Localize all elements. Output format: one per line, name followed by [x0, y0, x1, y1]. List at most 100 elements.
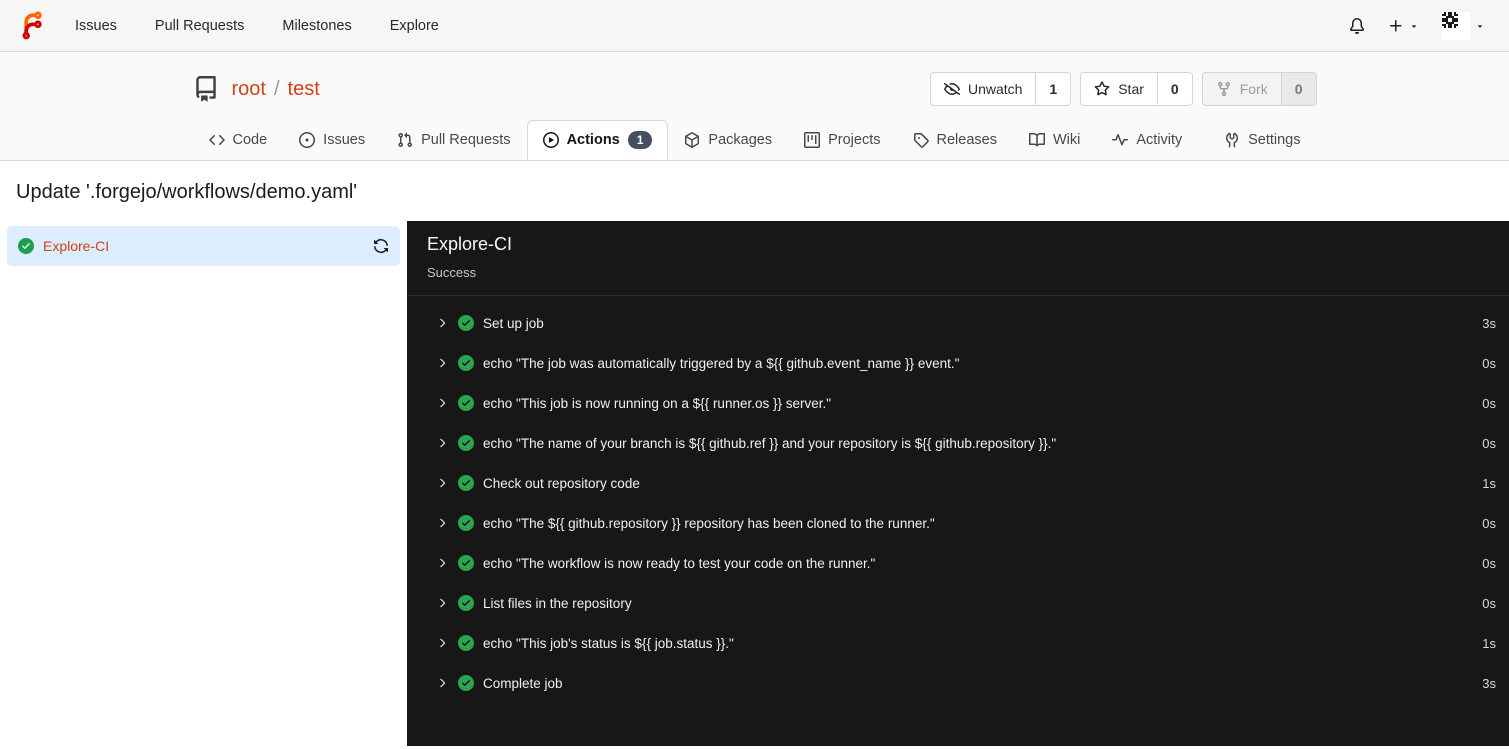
bell-icon [1349, 17, 1365, 34]
tab-projects[interactable]: Projects [788, 120, 896, 160]
tab-label: Pull Requests [421, 132, 511, 148]
repo-action-buttons: Unwatch 1 Star 0 Fork 0 [929, 72, 1317, 106]
user-menu-button[interactable] [1435, 6, 1492, 46]
check-circle-icon [18, 238, 34, 254]
chevron-right-icon[interactable] [435, 396, 449, 410]
check-circle-icon [458, 315, 474, 331]
repo-name-link[interactable]: test [288, 78, 320, 101]
chevron-right-icon[interactable] [435, 356, 449, 370]
chevron-right-icon[interactable] [435, 556, 449, 570]
step-name: List files in the repository [483, 595, 632, 611]
job-log-header: Explore-CI Success [407, 221, 1509, 296]
check-circle-icon [458, 355, 474, 371]
step-duration: 1s [1482, 635, 1496, 651]
tag-icon [913, 132, 929, 148]
tab-label: Issues [323, 132, 366, 148]
navbar-item-explore[interactable]: Explore [371, 0, 458, 52]
tab-pull-requests[interactable]: Pull Requests [381, 120, 526, 160]
tools-icon [1224, 132, 1240, 148]
notifications-button[interactable] [1342, 12, 1372, 40]
actions-run-page: Update '.forgejo/workflows/demo.yaml' Ex… [0, 161, 1509, 746]
check-circle-icon [458, 515, 474, 531]
chevron-right-icon[interactable] [435, 316, 449, 330]
job-step-row[interactable]: Set up job 3s [407, 303, 1509, 343]
navbar-item-issues[interactable]: Issues [56, 0, 136, 52]
issue-opened-icon [299, 132, 316, 148]
tab-label: Code [232, 132, 268, 148]
pulse-icon [1112, 132, 1129, 148]
repo-tab-bar: Code Issues Pull Requests Actions 1 Pack… [193, 120, 1317, 160]
repo-breadcrumb: root / test [232, 78, 320, 101]
chevron-right-icon[interactable] [435, 476, 449, 490]
job-log-title: Explore-CI [427, 234, 513, 254]
step-duration: 0s [1482, 515, 1496, 531]
job-step-row[interactable]: echo "The job was automatically triggere… [407, 343, 1509, 383]
chevron-right-icon[interactable] [435, 676, 449, 690]
package-icon [684, 132, 700, 148]
repo-icon [193, 76, 219, 102]
job-step-row[interactable]: List files in the repository 0s [407, 583, 1509, 623]
caret-down-icon [1475, 21, 1485, 31]
forgejo-logo-icon[interactable] [17, 10, 47, 41]
repo-header: root / test Unwatch 1 Star 0 Fork 0 Code… [0, 52, 1509, 161]
tab-activity[interactable]: Activity [1096, 120, 1198, 160]
plus-icon [1388, 18, 1404, 34]
unwatch-button[interactable]: Unwatch 1 [929, 72, 1072, 106]
job-step-row[interactable]: Complete job 3s [407, 663, 1509, 703]
tab-issues[interactable]: Issues [283, 120, 381, 160]
step-name: echo "The ${{ github.repository }} repos… [483, 515, 935, 531]
tab-label: Actions [566, 132, 620, 148]
tab-packages[interactable]: Packages [668, 120, 788, 160]
navbar-right [1342, 6, 1492, 46]
project-icon [804, 132, 821, 148]
repo-owner-link[interactable]: root [232, 78, 266, 101]
job-step-row[interactable]: Check out repository code 1s [407, 463, 1509, 503]
tab-label: Projects [828, 132, 881, 148]
job-list-item-explore-ci[interactable]: Explore-CI [7, 226, 400, 266]
tab-code[interactable]: Code [193, 120, 284, 160]
user-avatar [1442, 11, 1470, 40]
step-duration: 3s [1482, 315, 1496, 331]
navbar-item-milestones[interactable]: Milestones [263, 0, 370, 52]
chevron-right-icon[interactable] [435, 516, 449, 530]
unwatch-label: Unwatch [967, 81, 1023, 97]
step-duration: 0s [1482, 555, 1496, 571]
tab-actions[interactable]: Actions 1 [526, 120, 669, 160]
tab-label: Settings [1248, 132, 1301, 148]
actions-count-badge: 1 [627, 131, 653, 149]
repo-separator: / [273, 77, 280, 100]
code-icon [208, 132, 225, 148]
star-icon [1094, 81, 1110, 97]
page-title: Update '.forgejo/workflows/demo.yaml' [16, 181, 358, 203]
navbar-item-pull-requests[interactable]: Pull Requests [136, 0, 263, 52]
check-circle-icon [458, 635, 474, 651]
forks-count: 0 [1280, 73, 1316, 105]
tab-wiki[interactable]: Wiki [1013, 120, 1096, 160]
navbar-links: Issues Pull Requests Milestones Explore [56, 0, 458, 52]
job-log-panel: Explore-CI Success Set up job 3s echo "The… [407, 221, 1509, 746]
create-new-button[interactable] [1381, 12, 1426, 40]
tab-settings[interactable]: Settings [1208, 120, 1316, 160]
job-step-row[interactable]: echo "This job is now running on a ${{ r… [407, 383, 1509, 423]
step-name: echo "The job was automatically triggere… [483, 355, 960, 371]
rerun-job-icon[interactable] [373, 238, 389, 254]
job-status-text: Success [427, 265, 477, 280]
job-step-row[interactable]: echo "The workflow is now ready to test … [407, 543, 1509, 583]
star-button[interactable]: Star 0 [1080, 72, 1193, 106]
chevron-right-icon[interactable] [435, 636, 449, 650]
job-step-row[interactable]: echo "The name of your branch is ${{ git… [407, 423, 1509, 463]
tab-releases[interactable]: Releases [897, 120, 1013, 160]
chevron-right-icon[interactable] [435, 436, 449, 450]
check-circle-icon [458, 555, 474, 571]
step-duration: 3s [1482, 675, 1496, 691]
watchers-count[interactable]: 1 [1035, 73, 1070, 105]
step-name: echo "The workflow is now ready to test … [483, 555, 876, 571]
repo-title-row: root / test Unwatch 1 Star 0 Fork 0 [193, 69, 1317, 109]
step-name: Check out repository code [483, 475, 640, 491]
job-step-row[interactable]: echo "The ${{ github.repository }} repos… [407, 503, 1509, 543]
chevron-right-icon[interactable] [435, 596, 449, 610]
fork-icon [1216, 81, 1232, 97]
tab-label: Activity [1136, 132, 1183, 148]
stars-count[interactable]: 0 [1156, 73, 1192, 105]
job-step-row[interactable]: echo "This job's status is ${{ job.statu… [407, 623, 1509, 663]
